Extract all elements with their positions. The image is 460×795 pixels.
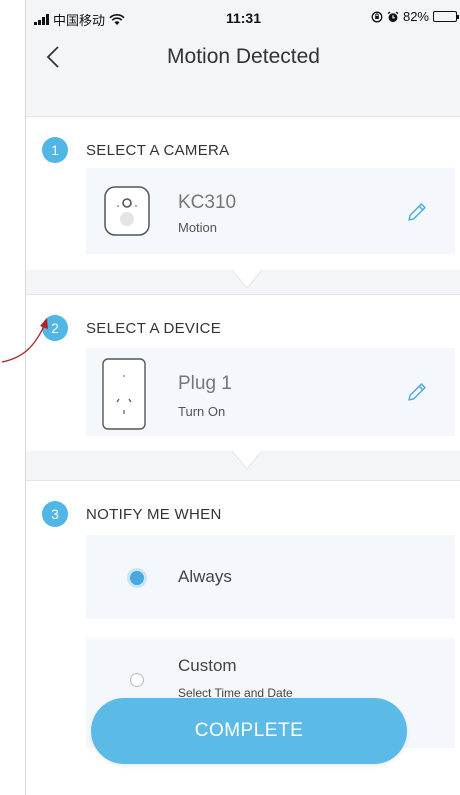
nav-bar: Motion Detected	[26, 34, 460, 80]
device-name: Plug 1	[178, 373, 232, 394]
camera-name: KC310	[178, 192, 237, 213]
flow-divider-chevron	[231, 270, 263, 289]
battery-icon	[433, 11, 459, 22]
camera-card[interactable]: KC310 Motion	[86, 168, 455, 254]
device-action: Turn On	[178, 404, 226, 419]
status-bar: 中国移动 11:31 82%	[26, 0, 460, 34]
edit-pencil-icon[interactable]	[406, 381, 428, 403]
step-header: 1 SELECT A CAMERA	[42, 137, 229, 163]
camera-device-icon	[104, 186, 150, 236]
step-header: 3 NOTIFY ME WHEN	[42, 501, 222, 527]
alarm-icon	[387, 10, 399, 22]
device-card[interactable]: Plug 1 Turn On	[86, 348, 455, 436]
step-select-camera: 1 SELECT A CAMERA KC310 Motion	[26, 116, 460, 270]
flow-divider-chevron	[231, 451, 263, 470]
smart-plug-icon	[102, 358, 146, 430]
option-label: Custom	[178, 656, 237, 675]
edit-pencil-icon[interactable]	[406, 201, 428, 223]
option-label: Always	[178, 567, 232, 586]
battery-percent: 82%	[402, 9, 429, 24]
step-label: SELECT A CAMERA	[86, 141, 230, 159]
complete-button[interactable]: COMPLETE	[91, 698, 407, 764]
step-label: NOTIFY ME WHEN	[86, 505, 222, 523]
app-screen: 中国移动 11:31 82% Motion Detected 1 SELECT …	[25, 0, 460, 795]
step-select-device: 2 SELECT A DEVICE Plug 1 Turn On	[26, 294, 460, 451]
page-title: Motion Detected	[167, 45, 320, 68]
option-always[interactable]: Always	[86, 535, 455, 619]
radio-custom[interactable]	[130, 673, 144, 687]
step-number: 3	[42, 501, 68, 527]
annotation-arrow	[1, 318, 48, 363]
step-label: SELECT A DEVICE	[86, 319, 222, 337]
status-right: 82%	[371, 9, 459, 24]
radio-always-selected[interactable]	[130, 571, 144, 585]
step-number: 1	[42, 137, 68, 163]
rotation-lock-icon	[371, 11, 383, 22]
camera-trigger: Motion	[178, 220, 218, 235]
